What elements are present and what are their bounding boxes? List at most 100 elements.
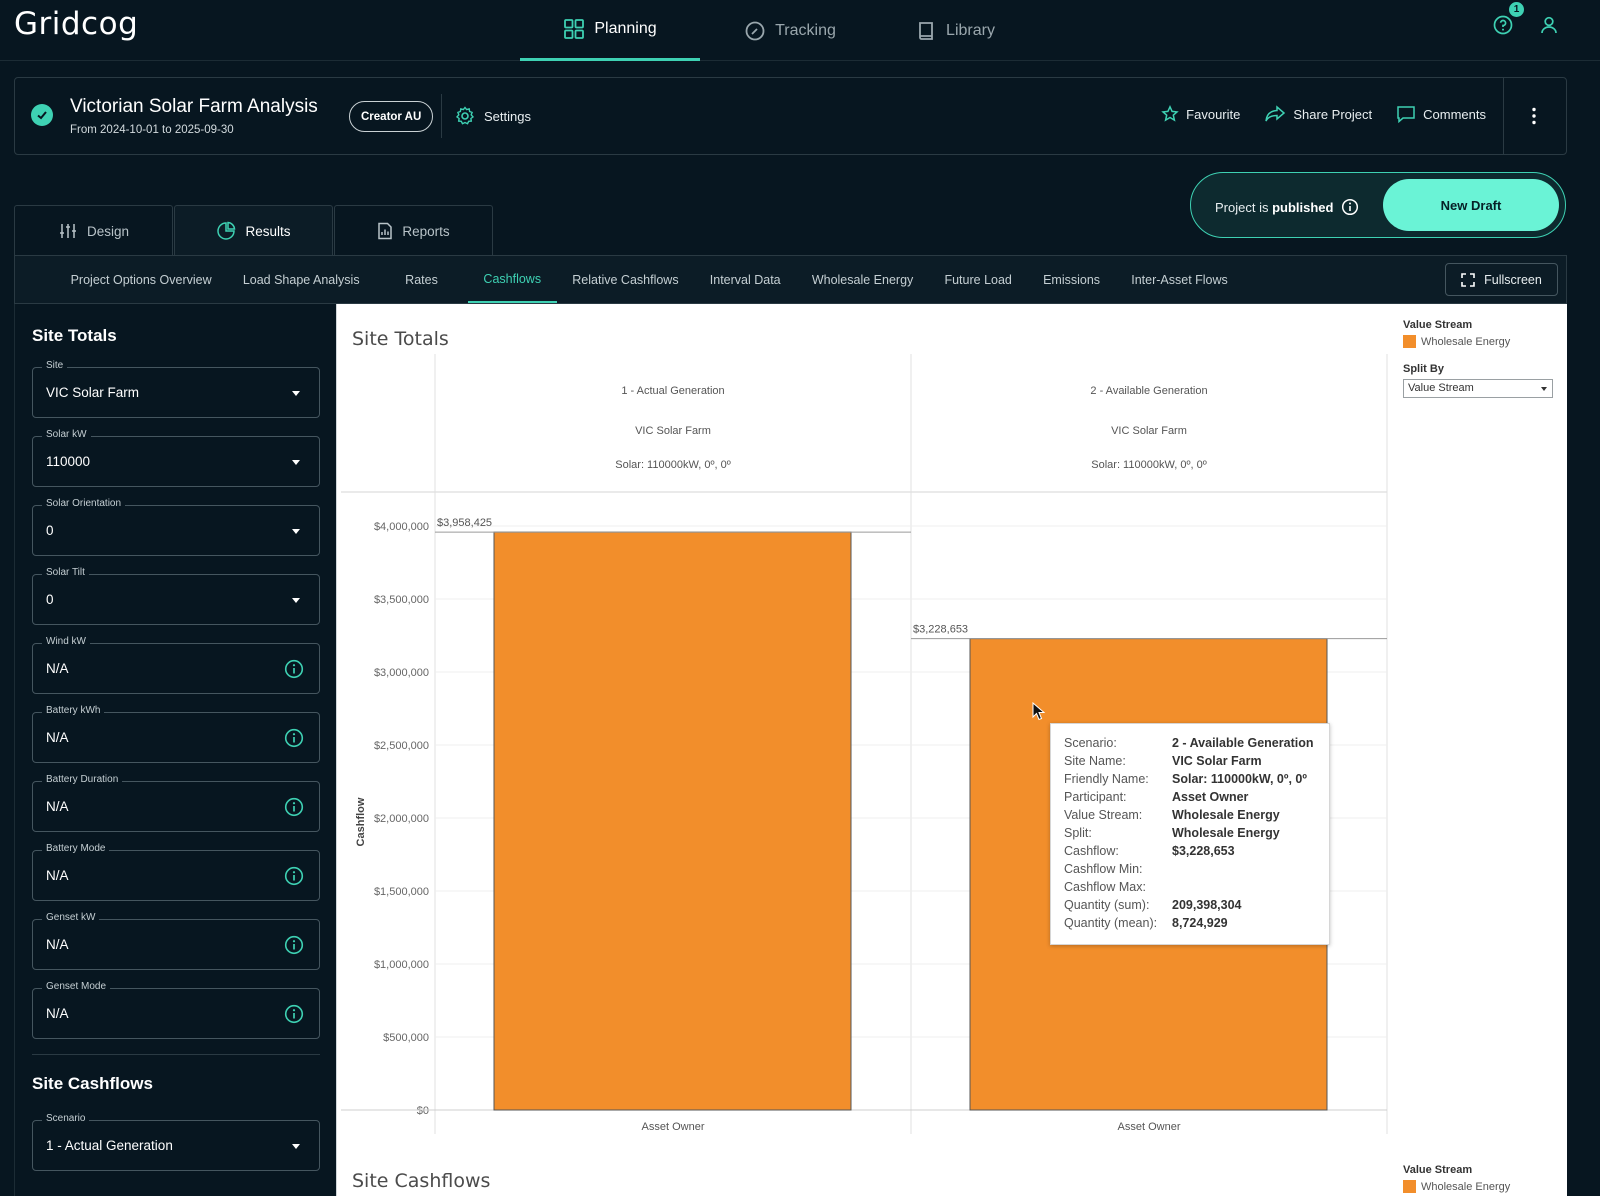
battery-duration-field[interactable]: Battery Duration N/A	[32, 774, 320, 832]
bar-value-label: $3,958,425	[437, 517, 492, 529]
comments-label: Comments	[1423, 106, 1486, 122]
notification-badge: 1	[1509, 2, 1524, 17]
y-tick-label: $2,000,000	[374, 813, 429, 825]
field-label: Battery Mode	[42, 843, 110, 854]
tooltip-key: Split:	[1064, 826, 1092, 840]
project-title: Victorian Solar Farm Analysis	[70, 96, 318, 117]
star-icon	[1161, 105, 1179, 122]
subtab-project-options-overview[interactable]: Project Options Overview	[55, 256, 227, 303]
creator-badge[interactable]: Creator AU	[349, 101, 434, 132]
project-header: Victorian Solar Farm Analysis From 2024-…	[14, 77, 1567, 155]
scenario-select[interactable]: Scenario 1 - Actual Generation	[32, 1113, 320, 1171]
subtab-future-load[interactable]: Future Load	[929, 256, 1028, 303]
legend-title: Value Stream	[1403, 1164, 1473, 1176]
field-value: 0	[46, 523, 54, 538]
info-icon[interactable]	[284, 797, 304, 817]
help-icon	[1493, 15, 1513, 35]
legend-swatch	[1403, 1180, 1416, 1193]
site-select[interactable]: Site VIC Solar Farm	[32, 360, 320, 418]
more-options-icon[interactable]	[1530, 106, 1538, 126]
info-icon[interactable]	[284, 728, 304, 748]
tooltip-key: Quantity (mean):	[1064, 916, 1158, 930]
subtab-cashflows[interactable]: Cashflows	[467, 256, 557, 303]
solar-kw-select[interactable]: Solar kW 110000	[32, 429, 320, 487]
y-tick-label: $3,500,000	[374, 594, 429, 606]
nav-tracking[interactable]: Tracking	[700, 0, 880, 61]
tooltip-row: Cashflow: $3,228,653	[1064, 842, 1329, 860]
main-nav: Planning Tracking Library	[520, 0, 1030, 61]
gridcog-logo[interactable]: Gridcog	[14, 6, 138, 42]
subtab-interval-data[interactable]: Interval Data	[694, 256, 796, 303]
legend-entry[interactable]: Wholesale Energy	[1403, 1180, 1510, 1193]
legend-entry[interactable]: Wholesale Energy	[1403, 335, 1510, 348]
report-icon	[378, 222, 393, 240]
favourite-label: Favourite	[1186, 106, 1241, 122]
tooltip-key: Friendly Name:	[1064, 772, 1149, 786]
solar-tilt-select[interactable]: Solar Tilt 0	[32, 567, 320, 625]
solar-orientation-select[interactable]: Solar Orientation 0	[32, 498, 320, 556]
fullscreen-button[interactable]: Fullscreen	[1445, 263, 1558, 296]
battery-mode-field[interactable]: Battery Mode N/A	[32, 843, 320, 901]
split-by-select[interactable]: Value Stream	[1403, 379, 1553, 398]
subtab-relative-cashflows[interactable]: Relative Cashflows	[557, 256, 694, 303]
comments-button[interactable]: Comments	[1396, 105, 1486, 123]
subtab-emissions[interactable]: Emissions	[1027, 256, 1115, 303]
subtab-inter-asset-flows[interactable]: Inter-Asset Flows	[1116, 256, 1244, 303]
published-check-icon	[31, 104, 53, 126]
split-by-control: Split By Value Stream	[1403, 363, 1553, 398]
sub-tabs: Project Options Overview Load Shape Anal…	[55, 256, 1243, 303]
tooltip-value: Solar: 110000kW, 0º, 0º	[1172, 772, 1307, 786]
tab-reports-label: Reports	[402, 223, 450, 239]
field-label: Solar Tilt	[42, 567, 89, 578]
y-tick-label: $2,500,000	[374, 740, 429, 752]
field-label: Site	[42, 360, 68, 371]
y-tick-label: $4,000,000	[374, 521, 429, 533]
info-icon[interactable]	[284, 935, 304, 955]
nav-library[interactable]: Library	[880, 0, 1030, 61]
y-axis-label: Cashflow	[355, 797, 367, 846]
info-icon[interactable]	[284, 1004, 304, 1024]
subtab-rates[interactable]: Rates	[375, 256, 468, 303]
wind-kw-field[interactable]: Wind kW N/A	[32, 636, 320, 694]
panel-site-header: VIC Solar Farm	[1111, 425, 1187, 437]
genset-mode-field[interactable]: Genset Mode N/A	[32, 981, 320, 1039]
caret-down-icon	[292, 1144, 300, 1149]
genset-kw-field[interactable]: Genset kW N/A	[32, 912, 320, 970]
subtab-wholesale-energy[interactable]: Wholesale Energy	[796, 256, 929, 303]
nav-planning[interactable]: Planning	[520, 0, 700, 61]
subtab-load-shape-analysis[interactable]: Load Shape Analysis	[227, 256, 375, 303]
help-button[interactable]: 1	[1492, 2, 1524, 36]
panel-friendly-header: Solar: 110000kW, 0º, 0º	[1091, 459, 1206, 471]
field-value: VIC Solar Farm	[46, 385, 140, 400]
sub-tabs-bar: Project Options Overview Load Shape Anal…	[14, 255, 1567, 304]
tooltip-row: Cashflow Min:	[1064, 860, 1329, 878]
site-cashflows-chart-title: Site Cashflows	[352, 1170, 491, 1192]
settings-button[interactable]: Settings	[455, 106, 531, 126]
x-tick-label: Asset Owner	[642, 1121, 705, 1133]
favourite-button[interactable]: Favourite	[1161, 105, 1240, 123]
info-icon[interactable]	[284, 866, 304, 886]
panel-friendly-header: Solar: 110000kW, 0º, 0º	[615, 459, 730, 471]
tab-results[interactable]: Results	[174, 205, 333, 256]
tooltip-value: 209,398,304	[1172, 898, 1242, 912]
tab-results-label: Results	[245, 223, 291, 239]
site-cashflows-legend: Value Stream Wholesale Energy	[1403, 1164, 1510, 1193]
battery-kwh-field[interactable]: Battery kWh N/A	[32, 705, 320, 763]
info-icon[interactable]	[1341, 198, 1359, 216]
tooltip-key: Value Stream:	[1064, 808, 1143, 822]
chart-tooltip: Scenario: 2 - Available Generation Site Na…	[1050, 723, 1330, 945]
share-project-button[interactable]: Share Project	[1264, 105, 1372, 123]
field-label: Solar Orientation	[42, 498, 126, 509]
new-draft-button[interactable]: New Draft	[1383, 179, 1559, 231]
nav-tracking-label: Tracking	[775, 21, 836, 39]
tooltip-row: Scenario: 2 - Available Generation	[1064, 734, 1329, 752]
tab-design[interactable]: Design	[14, 205, 173, 256]
user-icon[interactable]	[1538, 14, 1560, 36]
site-totals-heading: Site Totals	[32, 326, 117, 345]
tab-design-label: Design	[86, 223, 130, 239]
tab-reports[interactable]: Reports	[334, 205, 493, 256]
tooltip-value: Asset Owner	[1172, 790, 1249, 804]
field-label: Genset kW	[42, 912, 100, 923]
tooltip-key: Cashflow:	[1064, 844, 1119, 858]
info-icon[interactable]	[284, 659, 304, 679]
